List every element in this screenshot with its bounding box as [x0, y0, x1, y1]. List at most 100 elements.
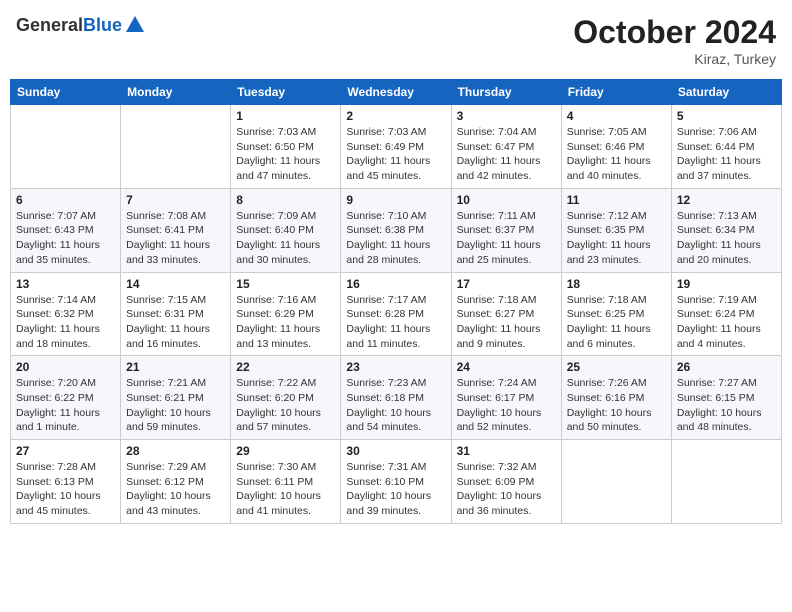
calendar-cell: 19 Sunrise: 7:19 AM Sunset: 6:24 PM Dayli…: [671, 272, 781, 356]
day-number: 15: [236, 277, 335, 291]
day-info: Sunrise: 7:32 AM Sunset: 6:09 PM Dayligh…: [457, 460, 556, 519]
day-info: Sunrise: 7:11 AM Sunset: 6:37 PM Dayligh…: [457, 209, 556, 268]
day-number: 14: [126, 277, 225, 291]
location: Kiraz, Turkey: [573, 51, 776, 67]
day-info: Sunrise: 7:09 AM Sunset: 6:40 PM Dayligh…: [236, 209, 335, 268]
calendar-cell: 16 Sunrise: 7:17 AM Sunset: 6:28 PM Dayli…: [341, 272, 451, 356]
day-number: 19: [677, 277, 776, 291]
day-info: Sunrise: 7:13 AM Sunset: 6:34 PM Dayligh…: [677, 209, 776, 268]
day-number: 29: [236, 444, 335, 458]
day-number: 12: [677, 193, 776, 207]
calendar-cell: 11Sunrise: 7:12 AM Sunset: 6:35 PM Dayli…: [561, 188, 671, 272]
calendar-cell: 18 Sunrise: 7:18 AM Sunset: 6:25 PM Dayli…: [561, 272, 671, 356]
calendar-cell: 22Sunrise: 7:22 AM Sunset: 6:20 PM Dayli…: [231, 356, 341, 440]
calendar-table: SundayMondayTuesdayWednesdayThursdayFrid…: [10, 79, 782, 524]
day-number: 26: [677, 360, 776, 374]
day-info: Sunrise: 7:17 AM Sunset: 6:28 PM Dayligh…: [346, 293, 445, 352]
calendar-week-2: 13Sunrise: 7:14 AM Sunset: 6:32 PM Dayli…: [11, 272, 782, 356]
calendar-cell: 20 Sunrise: 7:20 AM Sunset: 6:22 PM Dayli…: [11, 356, 121, 440]
day-info: Sunrise: 7:28 AM Sunset: 6:13 PM Dayligh…: [16, 460, 115, 519]
day-number: 2: [346, 109, 445, 123]
weekday-header-sunday: Sunday: [11, 80, 121, 105]
day-info: Sunrise: 7:22 AM Sunset: 6:20 PM Dayligh…: [236, 376, 335, 435]
day-info: Sunrise: 7:18 AM Sunset: 6:25 PM Dayligh…: [567, 293, 666, 352]
calendar-week-3: 20 Sunrise: 7:20 AM Sunset: 6:22 PM Dayli…: [11, 356, 782, 440]
day-info: Sunrise: 7:23 AM Sunset: 6:18 PM Dayligh…: [346, 376, 445, 435]
month-title: October 2024 Kiraz, Turkey: [573, 14, 776, 67]
calendar-cell: 5 Sunrise: 7:06 AM Sunset: 6:44 PM Daylig…: [671, 105, 781, 189]
calendar-cell: 31Sunrise: 7:32 AM Sunset: 6:09 PM Dayli…: [451, 440, 561, 524]
calendar-cell: 29 Sunrise: 7:30 AM Sunset: 6:11 PM Dayli…: [231, 440, 341, 524]
calendar-week-4: 27 Sunrise: 7:28 AM Sunset: 6:13 PM Dayli…: [11, 440, 782, 524]
day-info: Sunrise: 7:08 AM Sunset: 6:41 PM Dayligh…: [126, 209, 225, 268]
weekday-header-monday: Monday: [121, 80, 231, 105]
weekday-header-wednesday: Wednesday: [341, 80, 451, 105]
calendar-cell: 26 Sunrise: 7:27 AM Sunset: 6:15 PM Dayli…: [671, 356, 781, 440]
logo-text: GeneralBlue: [16, 14, 146, 36]
calendar-cell: 30Sunrise: 7:31 AM Sunset: 6:10 PM Dayli…: [341, 440, 451, 524]
calendar-cell: 23 Sunrise: 7:23 AM Sunset: 6:18 PM Dayli…: [341, 356, 451, 440]
calendar-week-1: 6 Sunrise: 7:07 AM Sunset: 6:43 PM Daylig…: [11, 188, 782, 272]
day-number: 10: [457, 193, 556, 207]
calendar-cell: 3 Sunrise: 7:04 AM Sunset: 6:47 PM Daylig…: [451, 105, 561, 189]
day-number: 17: [457, 277, 556, 291]
day-number: 8: [236, 193, 335, 207]
calendar-cell: 6 Sunrise: 7:07 AM Sunset: 6:43 PM Daylig…: [11, 188, 121, 272]
day-info: Sunrise: 7:26 AM Sunset: 6:16 PM Dayligh…: [567, 376, 666, 435]
calendar-cell: 9Sunrise: 7:10 AM Sunset: 6:38 PM Daylig…: [341, 188, 451, 272]
day-number: 16: [346, 277, 445, 291]
day-number: 23: [346, 360, 445, 374]
day-number: 18: [567, 277, 666, 291]
day-info: Sunrise: 7:16 AM Sunset: 6:29 PM Dayligh…: [236, 293, 335, 352]
calendar-week-0: 1 Sunrise: 7:03 AM Sunset: 6:50 PM Daylig…: [11, 105, 782, 189]
day-info: Sunrise: 7:24 AM Sunset: 6:17 PM Dayligh…: [457, 376, 556, 435]
weekday-header-thursday: Thursday: [451, 80, 561, 105]
day-info: Sunrise: 7:21 AM Sunset: 6:21 PM Dayligh…: [126, 376, 225, 435]
day-info: Sunrise: 7:04 AM Sunset: 6:47 PM Dayligh…: [457, 125, 556, 184]
calendar-cell: 24 Sunrise: 7:24 AM Sunset: 6:17 PM Dayli…: [451, 356, 561, 440]
calendar-cell: 27 Sunrise: 7:28 AM Sunset: 6:13 PM Dayli…: [11, 440, 121, 524]
day-info: Sunrise: 7:29 AM Sunset: 6:12 PM Dayligh…: [126, 460, 225, 519]
weekday-header-tuesday: Tuesday: [231, 80, 341, 105]
day-info: Sunrise: 7:14 AM Sunset: 6:32 PM Dayligh…: [16, 293, 115, 352]
calendar-cell: 17 Sunrise: 7:18 AM Sunset: 6:27 PM Dayli…: [451, 272, 561, 356]
day-number: 27: [16, 444, 115, 458]
day-number: 21: [126, 360, 225, 374]
day-info: Sunrise: 7:03 AM Sunset: 6:50 PM Dayligh…: [236, 125, 335, 184]
day-number: 4: [567, 109, 666, 123]
day-number: 11: [567, 193, 666, 207]
day-number: 6: [16, 193, 115, 207]
calendar-cell: 25Sunrise: 7:26 AM Sunset: 6:16 PM Dayli…: [561, 356, 671, 440]
day-info: Sunrise: 7:07 AM Sunset: 6:43 PM Dayligh…: [16, 209, 115, 268]
day-info: Sunrise: 7:31 AM Sunset: 6:10 PM Dayligh…: [346, 460, 445, 519]
day-info: Sunrise: 7:15 AM Sunset: 6:31 PM Dayligh…: [126, 293, 225, 352]
calendar-cell: [121, 105, 231, 189]
day-number: 3: [457, 109, 556, 123]
day-info: Sunrise: 7:03 AM Sunset: 6:49 PM Dayligh…: [346, 125, 445, 184]
logo-icon: [124, 14, 146, 36]
calendar-cell: [561, 440, 671, 524]
day-number: 24: [457, 360, 556, 374]
day-info: Sunrise: 7:06 AM Sunset: 6:44 PM Dayligh…: [677, 125, 776, 184]
weekday-header-saturday: Saturday: [671, 80, 781, 105]
day-number: 5: [677, 109, 776, 123]
logo-general: GeneralBlue: [16, 15, 122, 36]
calendar-cell: 14 Sunrise: 7:15 AM Sunset: 6:31 PM Dayli…: [121, 272, 231, 356]
day-info: Sunrise: 7:18 AM Sunset: 6:27 PM Dayligh…: [457, 293, 556, 352]
day-info: Sunrise: 7:30 AM Sunset: 6:11 PM Dayligh…: [236, 460, 335, 519]
calendar-cell: [11, 105, 121, 189]
calendar-cell: 8 Sunrise: 7:09 AM Sunset: 6:40 PM Daylig…: [231, 188, 341, 272]
calendar-cell: 13Sunrise: 7:14 AM Sunset: 6:32 PM Dayli…: [11, 272, 121, 356]
calendar-cell: 10 Sunrise: 7:11 AM Sunset: 6:37 PM Dayli…: [451, 188, 561, 272]
day-info: Sunrise: 7:20 AM Sunset: 6:22 PM Dayligh…: [16, 376, 115, 435]
calendar-cell: 1 Sunrise: 7:03 AM Sunset: 6:50 PM Daylig…: [231, 105, 341, 189]
day-info: Sunrise: 7:27 AM Sunset: 6:15 PM Dayligh…: [677, 376, 776, 435]
calendar-cell: 2 Sunrise: 7:03 AM Sunset: 6:49 PM Daylig…: [341, 105, 451, 189]
day-number: 1: [236, 109, 335, 123]
calendar-header: SundayMondayTuesdayWednesdayThursdayFrid…: [11, 80, 782, 105]
day-number: 28: [126, 444, 225, 458]
day-number: 20: [16, 360, 115, 374]
calendar-cell: 12 Sunrise: 7:13 AM Sunset: 6:34 PM Dayli…: [671, 188, 781, 272]
calendar-cell: 15 Sunrise: 7:16 AM Sunset: 6:29 PM Dayli…: [231, 272, 341, 356]
day-info: Sunrise: 7:19 AM Sunset: 6:24 PM Dayligh…: [677, 293, 776, 352]
